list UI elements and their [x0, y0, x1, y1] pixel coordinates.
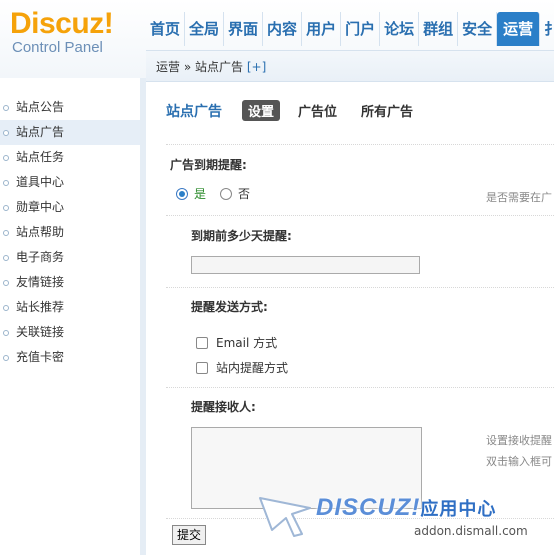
page-tabs: 站点广告 设置 广告位 所有广告	[166, 100, 431, 121]
recipients-label: 提醒接收人:	[191, 400, 256, 414]
top-nav: 首页 全局 界面 内容 用户 门户 论坛 群组 安全 运营 扌	[146, 12, 554, 46]
tab-ad-positions[interactable]: 广告位	[292, 100, 343, 121]
sidebar-item-magic[interactable]: 道具中心	[0, 170, 140, 195]
expire-notice-yes-radio[interactable]	[176, 187, 188, 200]
days-before-label: 到期前多少天提醒:	[191, 229, 292, 243]
tab-settings[interactable]: 设置	[242, 100, 281, 121]
submit-button[interactable]: 提交	[172, 525, 206, 545]
notify-method-label: 提醒发送方式:	[191, 300, 268, 314]
nav-tab-safe[interactable]: 安全	[458, 12, 498, 46]
notify-email-checkbox[interactable]	[196, 336, 208, 349]
divider	[166, 387, 554, 388]
nav-tab-portal[interactable]: 门户	[341, 12, 381, 46]
sidebar-item-tasks[interactable]: 站点任务	[0, 145, 140, 170]
logo-subtitle: Control Panel	[12, 39, 103, 56]
breadcrumb-section[interactable]: 运营	[156, 60, 180, 74]
sidebar: 站点公告 站点广告 站点任务 道具中心 勋章中心 站点帮助 电子商务 友情链接 …	[0, 78, 146, 555]
nav-tab-operation[interactable]: 运营	[497, 12, 541, 46]
nav-tab-global[interactable]: 全局	[185, 12, 225, 46]
breadcrumb-bar: 运营 » 站点广告 [+]	[146, 50, 554, 82]
sidebar-item-medals[interactable]: 勋章中心	[0, 195, 140, 220]
watermark-logo-text: DISCUZ!	[316, 494, 421, 521]
divider	[166, 215, 554, 216]
nav-tab-style[interactable]: 界面	[224, 12, 264, 46]
breadcrumb: 运营 » 站点广告 [+]	[156, 58, 266, 75]
expire-notice-label: 广告到期提醒:	[170, 158, 247, 172]
logo-title: Discuz!	[10, 7, 114, 40]
recipients-hint-line2: 双击输入框可	[486, 455, 552, 468]
header: Discuz! Control Panel 首页 全局 界面 内容 用户 门户 …	[0, 0, 554, 82]
nav-tab-forum[interactable]: 论坛	[380, 12, 420, 46]
expire-notice-yes-label[interactable]: 是	[194, 185, 206, 202]
sidebar-item-card-keys[interactable]: 充值卡密	[0, 345, 140, 370]
days-before-input[interactable]	[191, 256, 420, 274]
sidebar-item-recommend[interactable]: 站长推荐	[0, 295, 140, 320]
nav-tab-home[interactable]: 首页	[146, 12, 186, 46]
divider	[166, 287, 554, 288]
discuz-logo[interactable]: Discuz! Control Panel	[10, 7, 114, 56]
sidebar-item-site-ads[interactable]: 站点广告	[0, 120, 140, 145]
notify-email-option: Email 方式	[196, 334, 277, 351]
sidebar-item-ecommerce[interactable]: 电子商务	[0, 245, 140, 270]
recipients-hint-line1: 设置接收提醒	[486, 434, 552, 447]
expire-notice-hint: 是否需要在广	[486, 191, 552, 204]
tab-all-ads[interactable]: 所有广告	[355, 100, 419, 121]
divider	[166, 144, 554, 145]
notify-pm-option: 站内提醒方式	[196, 359, 288, 376]
breadcrumb-separator: »	[183, 60, 192, 74]
sidebar-item-help[interactable]: 站点帮助	[0, 220, 140, 245]
notify-pm-checkbox[interactable]	[196, 361, 208, 374]
nav-tab-content[interactable]: 内容	[263, 12, 303, 46]
nav-tab-extended[interactable]: 扌	[540, 12, 554, 46]
sidebar-menu: 站点公告 站点广告 站点任务 道具中心 勋章中心 站点帮助 电子商务 友情链接 …	[0, 78, 140, 370]
sidebar-item-related-links[interactable]: 关联链接	[0, 320, 140, 345]
cursor-arrow-icon	[259, 497, 311, 537]
expire-notice-radio-group: 是 否	[176, 185, 264, 202]
discuz-addon-watermark: DISCUZ!应用中心 addon.dismall.com	[258, 490, 554, 555]
watermark-logo-cn: 应用中心	[420, 499, 497, 519]
nav-tab-group[interactable]: 群组	[419, 12, 459, 46]
breadcrumb-add-shortcut[interactable]: [+]	[247, 60, 266, 74]
watermark-url: addon.dismall.com	[414, 524, 528, 538]
sidebar-item-friendlinks[interactable]: 友情链接	[0, 270, 140, 295]
breadcrumb-page: 站点广告	[195, 60, 244, 74]
notify-pm-label[interactable]: 站内提醒方式	[216, 359, 288, 376]
expire-notice-no-label[interactable]: 否	[238, 185, 250, 202]
watermark-logo: DISCUZ!应用中心	[316, 494, 496, 522]
sidebar-item-announcement[interactable]: 站点公告	[0, 95, 140, 120]
expire-notice-no-radio[interactable]	[220, 187, 233, 200]
main-content: 站点广告 设置 广告位 所有广告 广告到期提醒: 是 否 是否需要在广 到期前多…	[146, 82, 554, 555]
notify-email-label[interactable]: Email 方式	[216, 334, 277, 351]
nav-tab-user[interactable]: 用户	[302, 12, 342, 46]
page-title: 站点广告	[166, 103, 222, 120]
